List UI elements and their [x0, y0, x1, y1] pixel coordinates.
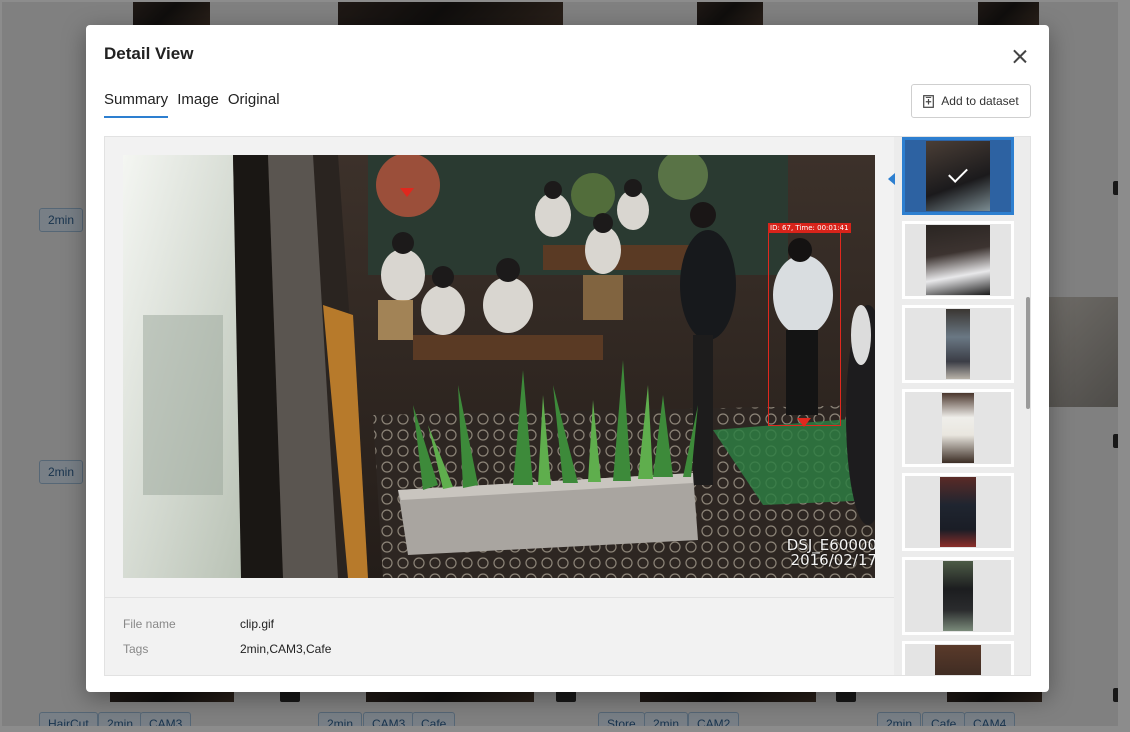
add-to-dataset-button[interactable]: Add to dataset	[911, 84, 1031, 118]
file-metadata: File name clip.gif Tags 2min,CAM3,Cafe	[105, 597, 894, 675]
thumbnail-item[interactable]	[902, 305, 1014, 383]
thumbnail-item[interactable]	[902, 389, 1014, 467]
thumbnail-item[interactable]	[902, 557, 1014, 635]
thumbnail-item[interactable]	[902, 473, 1014, 551]
tab-image[interactable]: Image	[177, 90, 219, 118]
thumbnail-strip	[894, 137, 1030, 675]
image-viewer: ID: 67, Time: 00:01:41 DSJ_E60000 2016/0…	[105, 137, 894, 597]
tab-bar: Summary Image Original	[104, 90, 280, 118]
tab-original[interactable]: Original	[228, 90, 280, 118]
detection-bounding-box[interactable]: ID: 67, Time: 00:01:41	[768, 223, 851, 426]
add-to-dataset-icon	[923, 94, 935, 108]
thumbnail-image	[943, 561, 973, 631]
selected-thumbnail-pointer	[888, 173, 895, 185]
thumbnail-item[interactable]	[902, 137, 1014, 215]
file-name-value: clip.gif	[240, 617, 275, 631]
close-icon[interactable]	[1008, 45, 1032, 69]
file-name-label: File name	[123, 617, 176, 631]
thumbnail-scrollbar[interactable]	[1026, 297, 1030, 409]
cctv-frame[interactable]: ID: 67, Time: 00:01:41 DSJ_E60000 2016/0…	[123, 155, 875, 578]
thumbnail-image	[942, 393, 974, 463]
tags-value: 2min,CAM3,Cafe	[240, 642, 332, 656]
thumbnail-image	[935, 645, 981, 675]
tab-summary[interactable]: Summary	[104, 90, 169, 118]
detection-marker-icon	[400, 188, 414, 197]
thumbnail-image	[940, 477, 976, 547]
timestamp-watermark: 2016/02/17	[790, 551, 875, 569]
detection-label: ID: 67, Time: 00:01:41	[768, 223, 851, 233]
add-to-dataset-label: Add to dataset	[941, 94, 1019, 108]
cafe-scene-image	[123, 155, 875, 578]
tags-label: Tags	[123, 642, 149, 656]
thumbnail-item[interactable]	[902, 641, 1014, 675]
thumbnail-image	[926, 225, 990, 295]
detail-content: ID: 67, Time: 00:01:41 DSJ_E60000 2016/0…	[104, 136, 1031, 676]
detection-marker-icon	[797, 418, 811, 427]
detail-view-modal: Detail View Summary Image Original Add t…	[86, 25, 1049, 692]
thumbnail-item[interactable]	[902, 221, 1014, 299]
thumbnail-image	[946, 309, 970, 379]
modal-title: Detail View	[104, 44, 194, 63]
